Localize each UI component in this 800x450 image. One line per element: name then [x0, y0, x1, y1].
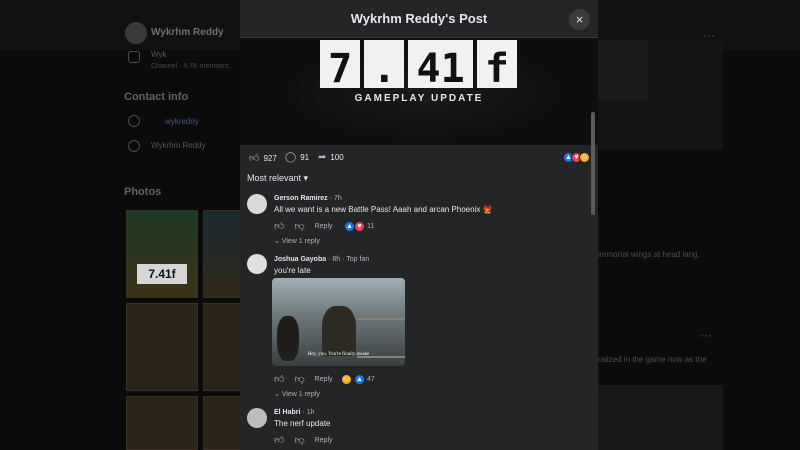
meme-caption: Hey, you. You're finally awake [307, 352, 370, 357]
thumbs-up-icon: 👍︎ [249, 153, 260, 164]
comment-reactions[interactable]: ☺ ▲ 47 [341, 374, 375, 385]
background-post-image [598, 385, 723, 450]
comment-time: 7h [333, 195, 342, 202]
reply-button[interactable]: Reply [315, 437, 333, 444]
avatar[interactable] [247, 408, 267, 428]
thumbs-up-icon[interactable]: 👍︎ [274, 434, 284, 446]
reply-arrow-icon: ⌄ [274, 391, 282, 398]
comment-reactions[interactable]: ▲ ♥ 11 [344, 221, 374, 232]
view-replies-label: View 1 reply [281, 238, 320, 245]
comment-text: you're late [274, 266, 311, 275]
messenger-icon [128, 140, 140, 152]
reply-button[interactable]: Reply [315, 376, 333, 383]
modal-header: Wykrhm Reddy's Post × [240, 0, 598, 38]
post-image-title: 7 . 41 f [320, 40, 517, 88]
view-replies-link[interactable]: ⌄ View 1 reply [274, 390, 320, 398]
post-image[interactable]: 7 . 41 f GAMEPLAY UPDATE [240, 38, 598, 145]
post-image-subtitle: GAMEPLAY UPDATE [354, 93, 484, 104]
comment-author[interactable]: Gerson Ramirez · 7h [274, 195, 342, 202]
avatar[interactable] [247, 254, 267, 274]
author-name: Joshua Gayoba [274, 256, 327, 263]
reply-button[interactable]: Reply [315, 223, 333, 230]
page-name: Wykrhm Reddy [151, 27, 224, 38]
photo-tile [203, 396, 243, 450]
channel-name: Wyk [151, 50, 167, 59]
comment-actions: 👍︎ 👎︎ Reply [274, 434, 333, 446]
more-options-icon: ··· [703, 28, 715, 42]
comment-author[interactable]: El Habri · 1h [274, 409, 314, 416]
photo-tile [126, 210, 198, 298]
thumbs-down-icon[interactable]: 👎︎ [294, 434, 304, 446]
share-count: 100 [330, 153, 344, 162]
thumbs-down-icon[interactable]: 👎︎ [294, 373, 304, 385]
channel-icon [128, 51, 140, 63]
modal-title: Wykrhm Reddy's Post [350, 11, 488, 26]
contact-name: Wykrhm Reddy [151, 141, 206, 150]
share-stat[interactable]: ➦ 100 [318, 152, 344, 163]
background-post-hero [598, 40, 648, 100]
page-avatar [125, 22, 147, 44]
haha-reaction-icon: ☺ [341, 374, 352, 385]
photo-tile [126, 303, 198, 391]
photo-tile [126, 396, 198, 450]
comment-time: 8h [332, 256, 341, 263]
chevron-down-icon: ▾ [303, 173, 309, 183]
hero-char: . [364, 40, 405, 88]
comment-actions: 👍︎ 👎︎ Reply [274, 373, 333, 385]
reply-arrow-icon: ⌄ [274, 238, 282, 245]
photos-heading: Photos [124, 186, 162, 198]
photo-tile-text: 7.41f [137, 264, 187, 284]
author-name: Gerson Ramirez [274, 195, 328, 202]
background-post-text: ralized in the game now as the [598, 355, 707, 364]
thumbs-down-icon[interactable]: 👎︎ [294, 220, 304, 232]
comment-text: All we want is a new Battle Pass! Aaah a… [274, 205, 493, 214]
close-button[interactable]: × [569, 9, 590, 30]
avatar[interactable] [247, 194, 267, 214]
like-stat[interactable]: 👍︎ 927 [249, 152, 277, 164]
like-count: 927 [263, 153, 277, 163]
love-reaction-icon: ♥ [354, 221, 365, 232]
thumbs-up-icon[interactable]: 👍︎ [274, 220, 284, 232]
author-name: El Habri [274, 409, 301, 416]
comment-image[interactable]: Hey, you. You're finally awake [272, 278, 405, 366]
comment-sort-dropdown[interactable]: Most relevant ▾ [247, 173, 308, 184]
meme-figure [322, 306, 356, 356]
comment-text: The nerf update [274, 419, 331, 428]
reaction-summary[interactable]: ▲ ♥ ☺ [563, 152, 590, 163]
post-stats: 👍︎ 927 ◯ 91 ➦ 100 ▲ ♥ ☺ [240, 145, 598, 171]
photo-tile [203, 303, 243, 391]
haha-reaction-icon: ☺ [579, 152, 590, 163]
view-replies-label: View 1 reply [281, 391, 320, 398]
hero-char: f [476, 40, 517, 88]
more-options-icon: ··· [700, 328, 712, 342]
share-icon: ➦ [318, 152, 327, 163]
like-reaction-icon: ▲ [354, 374, 365, 385]
reaction-count: 47 [367, 376, 375, 383]
top-fan-badge: Top fan [346, 256, 370, 263]
thumbs-up-icon[interactable]: 👍︎ [274, 373, 284, 385]
contact-info-heading: Contact info [124, 91, 189, 103]
background-post-text: immortal wings at head lang. [598, 250, 700, 259]
comment-icon: ◯ [285, 152, 297, 163]
channel-members: Channel · 4.7K members [151, 63, 229, 70]
reaction-count: 11 [367, 223, 375, 230]
comment-stat[interactable]: ◯ 91 [285, 152, 309, 163]
modal-scrollbar[interactable] [591, 112, 595, 215]
contact-link: wykreddy [165, 117, 199, 126]
comment-time: 1h [306, 409, 315, 416]
email-icon [128, 115, 140, 127]
post-modal: Wykrhm Reddy's Post × 7 . 41 f GAMEPLAY … [240, 0, 598, 450]
view-replies-link[interactable]: ⌄ View 1 reply [274, 237, 320, 245]
hero-char: 41 [408, 40, 473, 88]
comment-actions: 👍︎ 👎︎ Reply [274, 220, 333, 232]
photo-tile [203, 210, 243, 298]
comment-author[interactable]: Joshua Gayoba · 8h · Top fan [274, 256, 369, 263]
sort-label: Most relevant [247, 173, 302, 183]
comment-count: 91 [300, 153, 310, 162]
hero-char: 7 [320, 40, 361, 88]
